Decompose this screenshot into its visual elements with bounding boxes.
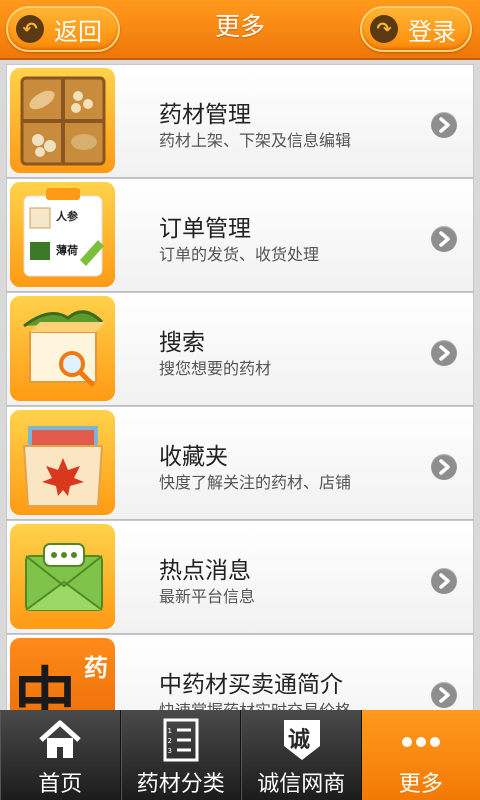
calligraphy-logo: 中 药 — [10, 638, 115, 710]
list-item-search[interactable]: 搜索 搜您想要的药材 — [6, 292, 474, 406]
order-thumb-text-2: 薄荷 — [56, 244, 78, 257]
tab-label: 首页 — [38, 772, 83, 797]
more-icon — [362, 718, 480, 762]
menu-list: 药材管理 药材上架、下架及信息编辑 人参 薄荷 订单管理 订单的发货、收货处理 — [6, 64, 474, 710]
tab-more[interactable]: 更多 — [361, 710, 480, 800]
item-title: 订单管理 — [159, 216, 251, 242]
tab-label: 更多 — [398, 772, 443, 797]
order-thumb-text-1: 人参 — [56, 210, 78, 223]
list-icon-numbers: 1 2 3 — [167, 727, 172, 755]
item-title: 搜索 — [159, 330, 205, 356]
shield-icon: 诚 — [242, 718, 361, 762]
herb-box-icon — [10, 68, 115, 173]
tab-label: 药材分类 — [136, 772, 225, 797]
home-icon — [1, 718, 120, 762]
login-arrow-icon: ↷ — [370, 15, 398, 43]
item-title: 中药材买卖通简介 — [159, 672, 343, 698]
tab-label: 诚信网商 — [257, 772, 346, 797]
order-card-icon: 人参 薄荷 — [10, 182, 115, 287]
envelope-icon — [10, 524, 115, 629]
intro-logo-big-char: 中 — [14, 660, 77, 710]
list-item-herb-management[interactable]: 药材管理 药材上架、下架及信息编辑 — [6, 64, 474, 178]
item-subtitle: 最新平台信息 — [159, 587, 256, 606]
back-arrow-icon: ↶ — [16, 15, 44, 43]
item-subtitle: 搜您想要的药材 — [159, 359, 272, 378]
shield-icon-char: 诚 — [288, 728, 311, 753]
back-button[interactable]: ↶ 返回 — [6, 6, 120, 52]
list-item-hot-news[interactable]: 热点消息 最新平台信息 — [6, 520, 474, 634]
item-title: 热点消息 — [159, 558, 251, 584]
chevron-right-icon — [431, 340, 457, 366]
bottom-tab-bar: 首页 1 2 3 药材分类 诚 诚信网商 更多 — [0, 710, 480, 800]
back-button-label: 返回 — [54, 17, 102, 46]
item-subtitle: 快速掌握药材实时交易价格 — [159, 697, 351, 710]
tab-trusted-merchants[interactable]: 诚 诚信网商 — [241, 710, 362, 800]
item-title: 收藏夹 — [159, 444, 228, 470]
list-icon: 1 2 3 — [122, 718, 241, 762]
top-bar: ↶ 返回 更多 ↷ 登录 — [0, 0, 480, 60]
tab-home[interactable]: 首页 — [0, 710, 121, 800]
login-button-label: 登录 — [408, 17, 456, 46]
folder-leaf-icon — [10, 410, 115, 515]
chevron-right-icon — [431, 112, 457, 138]
item-subtitle: 药材上架、下架及信息编辑 — [159, 131, 352, 150]
item-subtitle: 订单的发货、收货处理 — [159, 245, 320, 264]
item-subtitle: 快度了解关注的药材、店铺 — [159, 473, 352, 492]
tab-herb-categories[interactable]: 1 2 3 药材分类 — [120, 710, 241, 800]
page-title: 更多 — [214, 12, 265, 41]
chevron-right-icon — [431, 682, 457, 708]
list-item-intro[interactable]: 中 药 中药材买卖通简介 快速掌握药材实时交易价格 — [6, 634, 474, 710]
chevron-right-icon — [431, 454, 457, 480]
list-item-order-management[interactable]: 人参 薄荷 订单管理 订单的发货、收货处理 — [6, 178, 474, 292]
search-box-icon — [10, 296, 115, 401]
chevron-right-icon — [431, 568, 457, 594]
intro-logo-small-char: 药 — [84, 653, 108, 682]
chevron-right-icon — [431, 226, 457, 252]
item-title: 药材管理 — [159, 102, 251, 128]
login-button[interactable]: ↷ 登录 — [360, 6, 472, 52]
list-item-favorites[interactable]: 收藏夹 快度了解关注的药材、店铺 — [6, 406, 474, 520]
